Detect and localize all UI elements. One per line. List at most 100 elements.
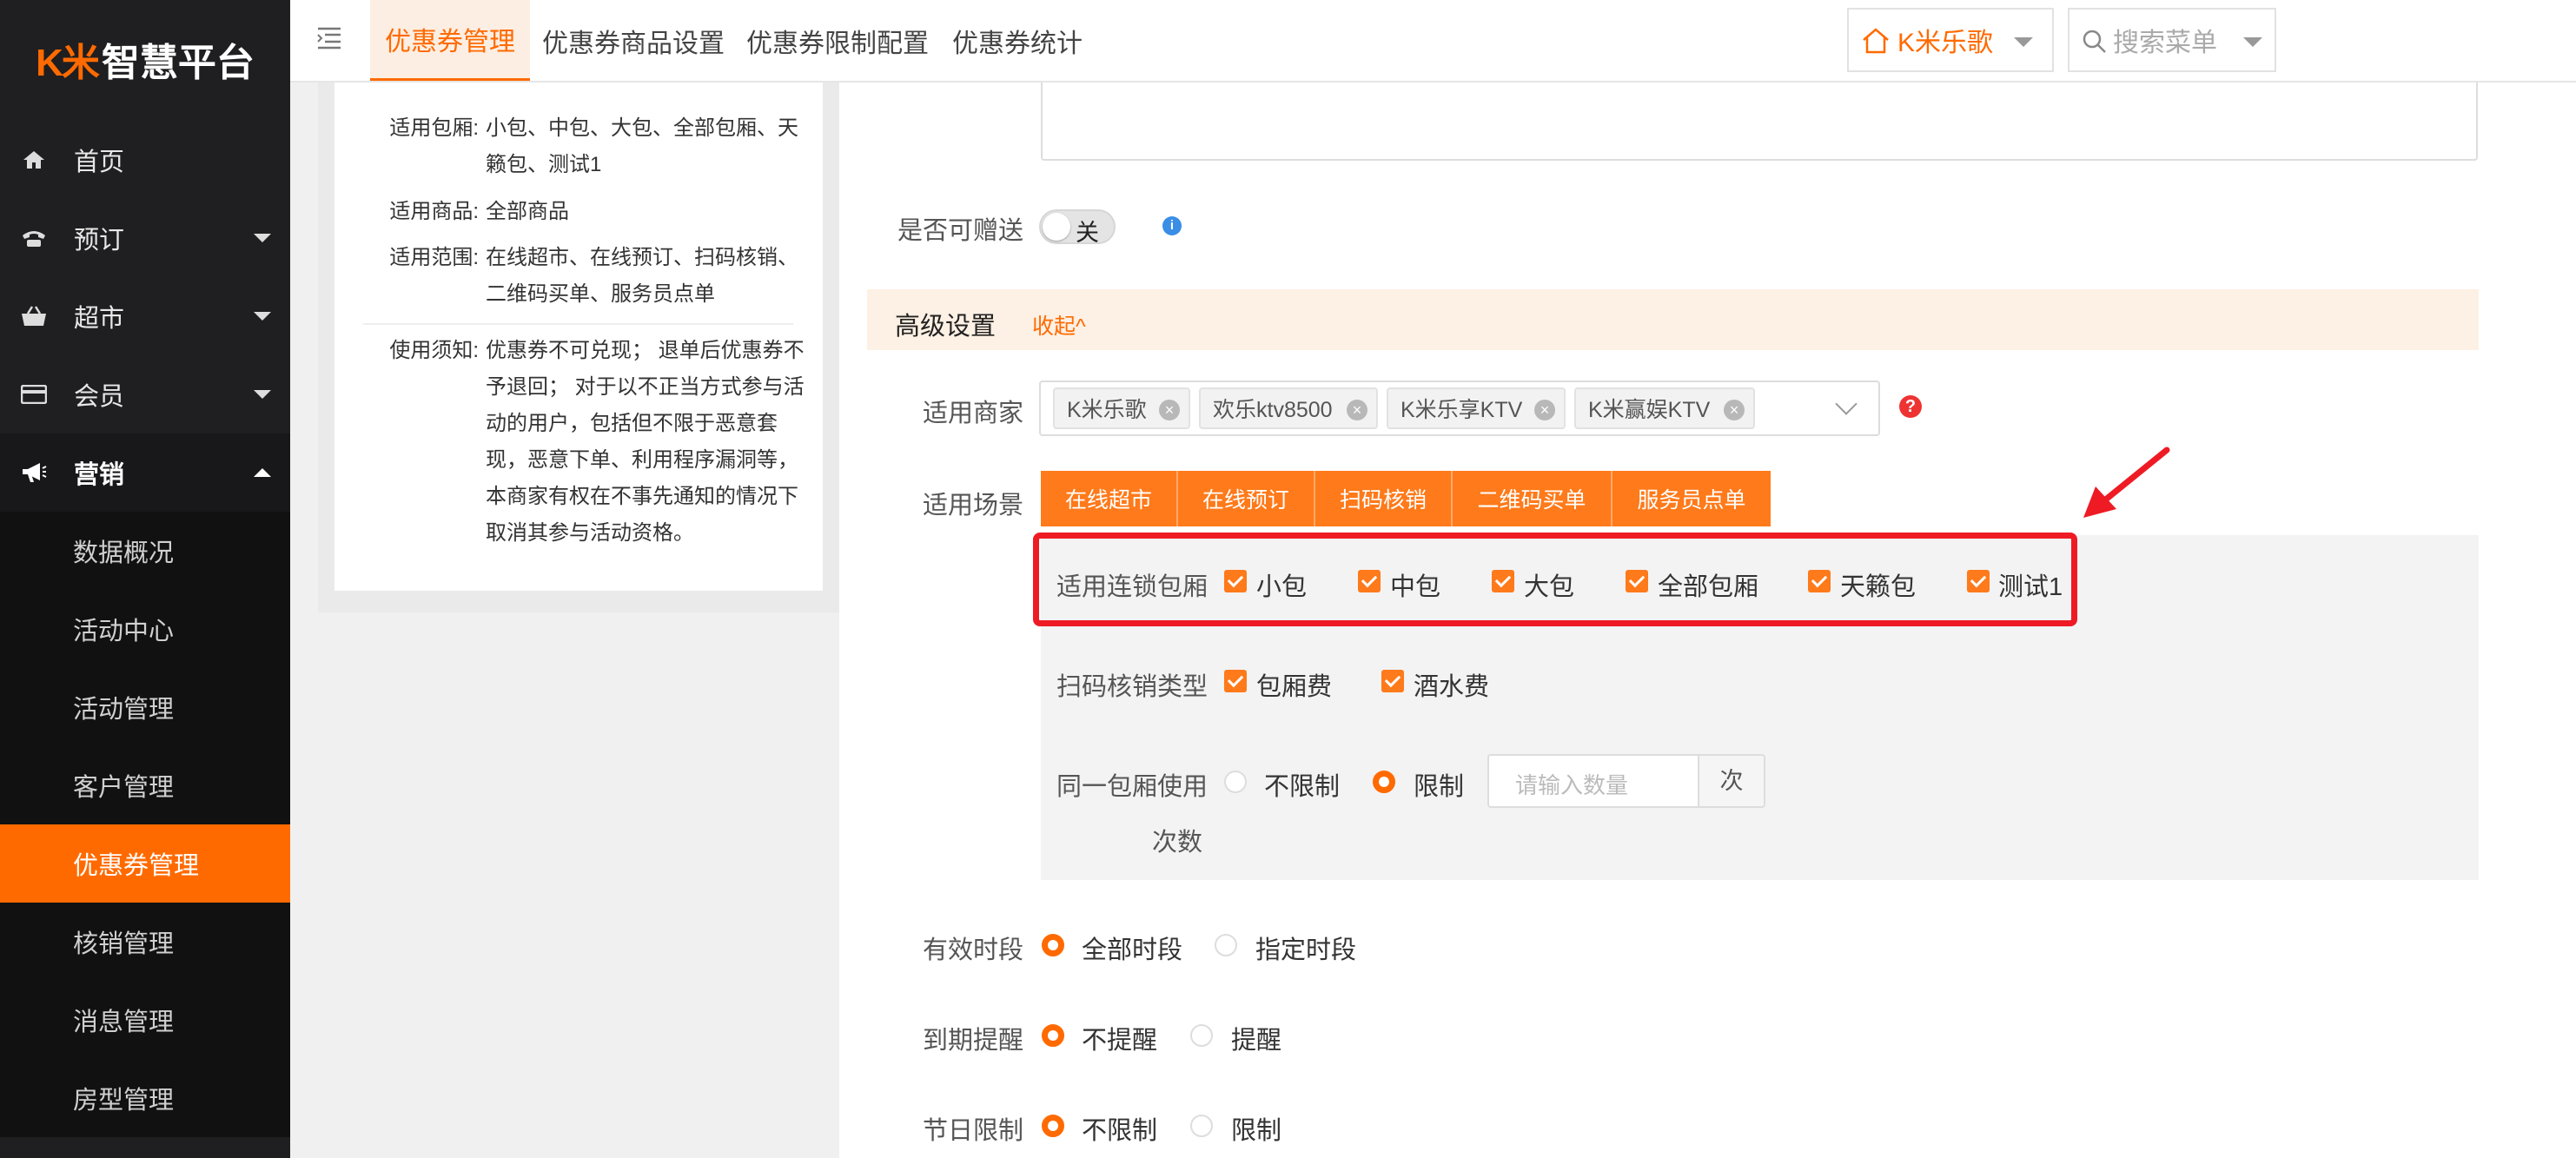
radio-label: 不限制 [1082,1117,1158,1145]
sidebar-item-market[interactable]: 超市 [0,277,290,355]
highlight-box [1033,533,2077,626]
preview-scope: 适用范围: 在线超市、在线预订、扫码核销、二维码买单、服务员点单 [389,246,798,306]
radio-checked[interactable] [1042,934,1064,956]
phone-icon [19,223,49,253]
advanced-settings-bar [867,289,2479,350]
chevron-down-icon [254,234,271,242]
sidebar-item-marketing[interactable]: 营销 [0,433,290,512]
tab-coupon-stats[interactable]: 优惠券统计 [952,0,1083,81]
megaphone-icon [19,458,49,487]
chevron-down-icon [2014,37,2033,47]
scene-button[interactable]: 扫码核销 [1315,471,1453,526]
sidebar-sub-item[interactable]: 核销管理 [0,903,290,981]
checkbox-checked[interactable] [1381,670,1404,692]
sidebar-sub-item-active[interactable]: 优惠券管理 [0,824,290,903]
valid-period-label: 有效时段 [922,936,1023,964]
sidebar: K米 智慧平台 首页 预订 超市 会员 营销 数据概况 活动中心 活动管理 客户… [0,0,290,1158]
sidebar-sub-item[interactable]: 房型管理 [0,1059,290,1137]
chevron-up-icon [254,468,271,477]
preview-notice: 使用须知: 优惠券不可兑现； 退单后优惠券不予退回； 对于以不正当方式参与活动的… [389,339,805,545]
holiday-label: 节日限制 [922,1117,1023,1145]
merchant-tag[interactable]: K米乐享KTV × [1387,387,1566,429]
search-placeholder: 搜索菜单 [2113,29,2217,57]
top-bar: 优惠券管理 优惠券商品设置 优惠券限制配置 优惠券统计 K米乐歌 搜索菜单 [290,0,2576,83]
radio-label: 指定时段 [1255,936,1357,964]
basket-icon [19,301,49,331]
close-icon[interactable]: × [1724,400,1745,420]
collapse-link[interactable]: 收起^ [1032,309,1086,341]
scene-button[interactable]: 在线超市 [1041,471,1178,526]
radio-unchecked[interactable] [1190,1115,1213,1137]
store-name: K米乐歌 [1897,29,1994,57]
description-textarea[interactable] [1041,83,2478,161]
tab-coupon-limits[interactable]: 优惠券限制配置 [746,0,929,81]
sidebar-item-home[interactable]: 首页 [0,121,290,199]
checkbox-label: 酒水费 [1414,673,1490,701]
radio-label: 不提醒 [1082,1027,1158,1055]
gift-toggle[interactable]: 关 [1039,209,1116,246]
gift-label: 是否可赠送 [897,217,1023,245]
card-icon [19,380,49,409]
help-icon[interactable]: ? [1899,395,1922,418]
same-room-label: 同一包厢使用 [1056,773,1209,801]
checkbox-checked[interactable] [1224,670,1247,692]
store-select[interactable]: K米乐歌 [1847,8,2054,72]
radio-checked[interactable] [1042,1115,1064,1137]
merchant-tag[interactable]: K米赢娱KTV × [1574,387,1755,429]
sidebar-item-member[interactable]: 会员 [0,355,290,433]
sidebar-sub-item[interactable]: 数据概况 [0,512,290,590]
logo: K米 智慧平台 [0,0,290,117]
radio-unchecked[interactable] [1215,934,1237,956]
sidebar-sub-item[interactable]: 活动中心 [0,590,290,668]
scene-button[interactable]: 二维码买单 [1453,471,1612,526]
merchant-tag[interactable]: K米乐歌 × [1053,387,1190,429]
quantity-unit: 次 [1698,754,1765,808]
radio-label: 限制 [1231,1117,1282,1145]
radio-label: 限制 [1414,773,1465,801]
tab-coupon-goods[interactable]: 优惠券商品设置 [542,0,725,81]
radio-unchecked[interactable] [1190,1024,1213,1047]
expire-label: 到期提醒 [922,1027,1023,1055]
radio-unchecked[interactable] [1224,771,1247,793]
radio-checked[interactable] [1373,771,1395,793]
close-icon[interactable]: × [1534,400,1555,420]
quantity-input[interactable]: 请输入数量 [1487,754,1699,808]
radio-label: 全部时段 [1082,936,1183,964]
annotation-arrow-icon [2076,445,2172,527]
scene-button[interactable]: 服务员点单 [1612,471,1771,526]
tab-coupon-management[interactable]: 优惠券管理 [370,0,530,81]
sidebar-item-booking[interactable]: 预订 [0,199,290,277]
logo-mark: K米 [36,41,100,84]
merchant-tag[interactable]: 欢乐ktv8500 × [1199,387,1378,429]
divider [363,323,793,325]
info-icon[interactable]: i [1162,216,1182,235]
toggle-knob [1043,213,1070,241]
same-room-label-2: 次数 [1152,829,1203,857]
scene-button[interactable]: 在线预订 [1178,471,1315,526]
toggle-text: 关 [1076,220,1099,246]
advanced-settings-title: 高级设置 [895,313,997,341]
checkbox-label: 包厢费 [1256,673,1333,701]
sidebar-item-label: 会员 [74,383,125,411]
sidebar-item-label: 超市 [74,305,125,333]
chevron-down-icon [2243,37,2262,47]
menu-toggle-icon[interactable] [316,26,344,54]
sidebar-sub-item[interactable]: 消息管理 [0,981,290,1059]
close-icon[interactable]: × [1159,400,1180,420]
search-icon [2082,29,2108,59]
merchant-label: 适用商家 [922,400,1023,427]
menu-search-input[interactable]: 搜索菜单 [2068,8,2276,72]
scan-type-label: 扫码核销类型 [1056,673,1209,701]
radio-label: 提醒 [1231,1027,1282,1055]
preview-rooms: 适用包厢: 小包、中包、大包、全部包厢、天籁包、测试1 [389,116,798,176]
sidebar-item-label: 营销 [74,461,125,489]
sidebar-sub-item[interactable]: 客户管理 [0,746,290,824]
home-icon [19,145,49,175]
quantity-placeholder: 请输入数量 [1515,772,1629,798]
radio-checked[interactable] [1042,1024,1064,1047]
scene-label: 适用场景 [922,492,1023,519]
close-icon[interactable]: × [1347,400,1367,420]
sidebar-item-label: 首页 [74,149,125,176]
chevron-down-icon [254,312,271,321]
sidebar-sub-item[interactable]: 活动管理 [0,668,290,746]
